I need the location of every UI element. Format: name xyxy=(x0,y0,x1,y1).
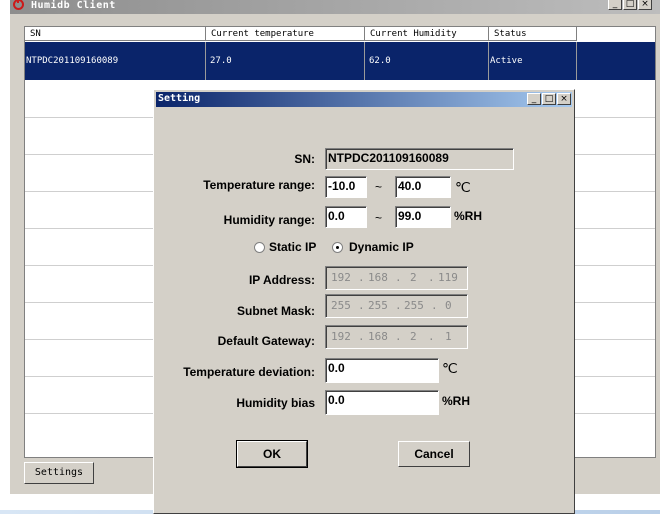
table-header: SN Current temperature Current Humidity … xyxy=(25,27,655,41)
sn-field: NTPDC201109160089 xyxy=(325,148,514,170)
power-icon xyxy=(13,0,24,10)
temperature-deviation-input[interactable]: 0.0 xyxy=(325,358,439,383)
ip-address-label: IP Address: xyxy=(248,273,315,287)
column-header-humidity[interactable]: Current Humidity xyxy=(365,27,489,41)
cancel-button[interactable]: Cancel xyxy=(398,441,470,467)
cell-humidity: 62.0 xyxy=(365,42,489,80)
dialog-title-bar: Setting _ □ × xyxy=(156,92,572,107)
humidity-bias-unit: %RH xyxy=(442,394,471,408)
gateway-octet: 2 xyxy=(410,330,417,343)
sn-label: SN: xyxy=(294,152,315,166)
mask-octet: 255 xyxy=(331,299,351,312)
mask-octet: 255 xyxy=(368,299,388,312)
humidity-range-unit: %RH xyxy=(454,209,483,223)
maximize-button[interactable]: □ xyxy=(623,0,637,10)
column-header-sn[interactable]: SN xyxy=(25,27,206,41)
dynamic-ip-radio[interactable]: Dynamic IP xyxy=(332,240,422,256)
close-button[interactable]: × xyxy=(638,0,652,10)
cell-sn: NTPDC201109160089 xyxy=(25,42,206,80)
humidity-range-separator: ~ xyxy=(375,211,383,225)
cell-status: Active xyxy=(489,42,577,80)
subnet-mask-field: 255 . 255 . 255 . 0 xyxy=(325,294,468,318)
mask-octet: 0 xyxy=(445,299,452,312)
temperature-range-separator: ~ xyxy=(375,180,383,194)
dialog-minimize-button[interactable]: _ xyxy=(527,93,541,105)
humidity-bias-input[interactable]: 0.0 xyxy=(325,390,439,415)
temperature-min-input[interactable]: -10.0 xyxy=(325,176,367,198)
dynamic-ip-radio-circle[interactable] xyxy=(332,242,343,253)
gateway-octet: 1 xyxy=(445,330,452,343)
humidity-max-input[interactable]: 99.0 xyxy=(395,206,451,228)
ip-octet: 119 xyxy=(438,271,458,284)
setting-dialog: Setting _ □ × SN: NTPDC201109160089 Temp… xyxy=(153,89,575,514)
default-gateway-field: 192 . 168 . 2 . 1 xyxy=(325,325,468,349)
humidity-bias-label: Humidity bias xyxy=(236,396,315,410)
humidity-min-input[interactable]: 0.0 xyxy=(325,206,367,228)
main-window-title: Humidb Client xyxy=(31,0,116,11)
cell-temperature: 27.0 xyxy=(206,42,365,80)
gateway-octet: 168 xyxy=(368,330,388,343)
dynamic-ip-label: Dynamic IP xyxy=(349,240,414,254)
ip-address-field: 192 . 168 . 2 . 119 xyxy=(325,266,468,290)
gateway-octet: 192 xyxy=(331,330,351,343)
table-row[interactable]: NTPDC201109160089 27.0 62.0 Active xyxy=(25,42,655,80)
minimize-button[interactable]: _ xyxy=(608,0,622,10)
ok-button[interactable]: OK xyxy=(236,440,308,468)
static-ip-radio[interactable]: Static IP xyxy=(254,240,324,256)
humidity-range-label: Humidity range: xyxy=(223,213,315,227)
dialog-close-button[interactable]: × xyxy=(557,93,571,105)
static-ip-label: Static IP xyxy=(269,240,317,254)
default-gateway-label: Default Gateway: xyxy=(217,334,315,348)
temperature-max-input[interactable]: 40.0 xyxy=(395,176,451,198)
settings-button[interactable]: Settings xyxy=(24,462,94,484)
mask-octet: 255 xyxy=(404,299,424,312)
dialog-maximize-button[interactable]: □ xyxy=(542,93,556,105)
subnet-mask-label: Subnet Mask: xyxy=(236,304,315,318)
temperature-range-unit: ℃ xyxy=(455,179,471,195)
ip-octet: 168 xyxy=(368,271,388,284)
temperature-deviation-label: Temperature deviation: xyxy=(183,365,315,379)
column-header-status[interactable]: Status xyxy=(489,27,577,41)
ip-octet: 192 xyxy=(331,271,351,284)
static-ip-radio-circle[interactable] xyxy=(254,242,265,253)
temperature-deviation-unit: ℃ xyxy=(442,360,458,376)
dialog-title: Setting xyxy=(158,93,201,104)
temperature-range-label: Temperature range: xyxy=(203,178,315,192)
column-header-temperature[interactable]: Current temperature xyxy=(206,27,365,41)
main-title-bar: Humidb Client _ □ × xyxy=(10,0,660,14)
ip-octet: 2 xyxy=(410,271,417,284)
